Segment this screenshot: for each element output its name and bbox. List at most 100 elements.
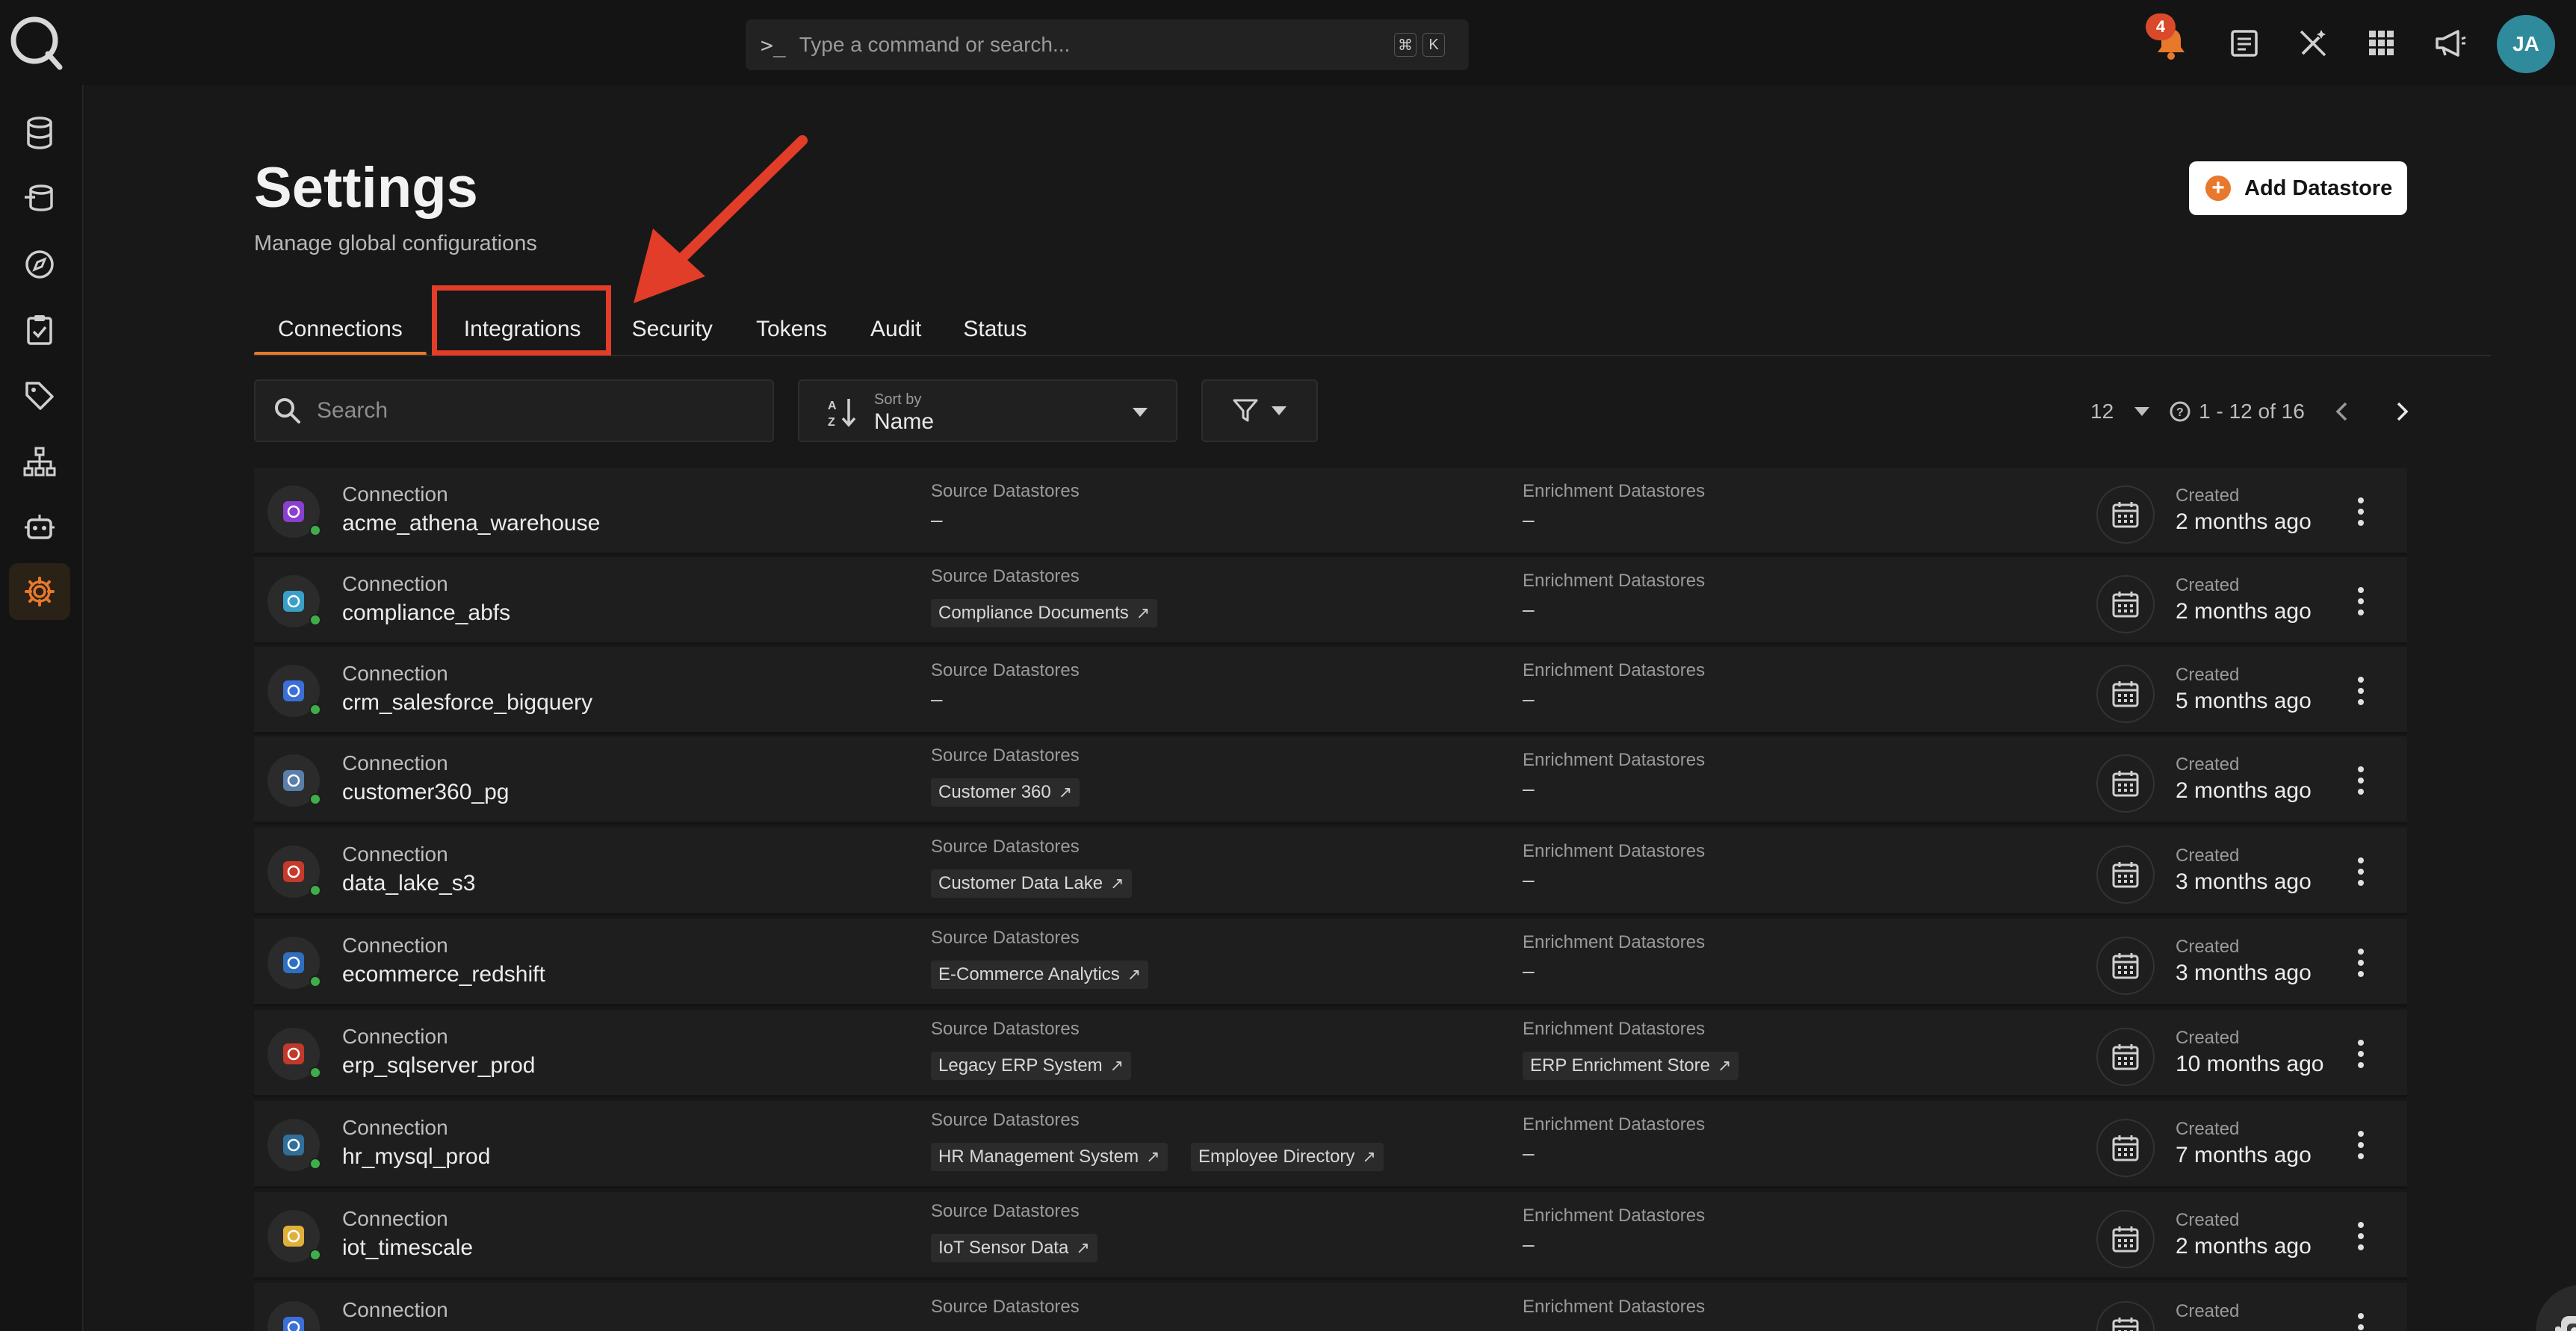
more-options-icon[interactable]	[2346, 763, 2376, 798]
sidebar-item-explore-datastores[interactable]	[9, 170, 70, 227]
enrichment-datastores-label: Enrichment Datastores	[1523, 481, 1706, 501]
connection-name[interactable]: erp_sqlserver_prod	[342, 1053, 535, 1079]
connection-type-label: Connection	[342, 751, 448, 775]
source-datastores-chip[interactable]: E-Commerce Analytics ↗	[931, 961, 1149, 989]
enrichment-datastores-chip[interactable]: ERP Enrichment Store ↗	[1523, 1052, 1739, 1080]
source-datastores-chip[interactable]: Customer 360 ↗	[931, 778, 1080, 807]
calendar-icon	[2096, 575, 2155, 633]
compass-icon	[25, 250, 54, 279]
more-options-icon[interactable]	[2346, 674, 2376, 708]
terminal-prompt-icon: >_	[761, 32, 786, 58]
sidebar-item-settings[interactable]	[9, 563, 70, 620]
more-options-icon[interactable]	[2346, 1310, 2376, 1331]
source-datastores-chip[interactable]: Legacy ERP System ↗	[931, 1052, 1132, 1080]
assistant-robot-button[interactable]	[2536, 1285, 2576, 1331]
more-options-icon[interactable]	[2346, 494, 2376, 529]
command-search-input[interactable]: >_ Type a command or search... ⌘ K	[746, 19, 1469, 70]
table-row[interactable]: Connection erp_sqlserver_prod Source Datas…	[254, 1010, 2407, 1098]
status-online-dot	[309, 1158, 321, 1170]
search-input[interactable]: Search	[254, 379, 774, 442]
sidebar-item-explore[interactable]	[9, 236, 70, 293]
source-datastores-chip-label: Legacy ERP System	[938, 1055, 1103, 1076]
connection-name[interactable]: compliance_abfs	[342, 601, 510, 626]
chevron-right-icon[interactable]	[2394, 401, 2409, 422]
status-online-dot	[309, 884, 321, 896]
tab-connections[interactable]: Connections	[254, 303, 427, 356]
table-row[interactable]: Connection hr_mysql_prod Source Datastores…	[254, 1101, 2407, 1189]
table-row[interactable]: Connection iot_timescale Source Datastores…	[254, 1192, 2407, 1280]
sort-alpha-icon: AZ	[828, 399, 856, 429]
magic-wand-off-icon[interactable]	[2292, 22, 2334, 64]
more-options-icon[interactable]	[2346, 1037, 2376, 1071]
user-avatar[interactable]: JA	[2497, 15, 2555, 73]
connection-type-label: Connection	[342, 1025, 448, 1048]
connection-name[interactable]: acme_athena_warehouse	[342, 511, 600, 536]
more-options-icon[interactable]	[2346, 1128, 2376, 1162]
sort-select[interactable]: AZ Sort by Name	[798, 379, 1177, 442]
calendar-icon	[2096, 665, 2155, 723]
chevron-down-icon	[1272, 406, 1287, 415]
qualytics-logo-icon[interactable]	[7, 13, 64, 70]
source-datastores-chip[interactable]: IoT Sensor Data ↗	[931, 1234, 1097, 1262]
table-row[interactable]: Connection acme_athena_warehouse Source Da…	[254, 468, 2407, 556]
table-row[interactable]: Connection ecommerce_redshift Source Datas…	[254, 919, 2407, 1007]
sidebar-item-agents[interactable]	[9, 499, 70, 556]
cmd-key-icon: ⌘	[1394, 33, 1417, 57]
calendar-icon	[2096, 1028, 2155, 1086]
connection-name[interactable]: hr_mysql_prod	[342, 1144, 490, 1170]
sidebar-item-tags[interactable]	[9, 367, 70, 424]
tab-audit[interactable]: Audit	[846, 303, 945, 356]
more-options-icon[interactable]	[2346, 854, 2376, 889]
sidebar-item-flows[interactable]	[9, 433, 70, 490]
enrichment-datastores-label: Enrichment Datastores	[1523, 1019, 1706, 1039]
announcements-megaphone-icon[interactable]	[2430, 22, 2471, 64]
connection-name[interactable]: customer360_pg	[342, 780, 509, 805]
help-icon[interactable]: ?	[2169, 400, 2191, 423]
connection-name[interactable]: iot_timescale	[342, 1235, 473, 1261]
stacked-database-icon	[25, 184, 53, 211]
chevron-down-icon[interactable]	[2134, 407, 2150, 416]
top-bar: >_ Type a command or search... ⌘ K 4 JA	[0, 0, 2576, 85]
created-label: Created	[2176, 1119, 2240, 1139]
database-icon	[267, 1301, 320, 1331]
page-range: 1 - 12 of 16	[2199, 400, 2305, 423]
docs-icon[interactable]	[2223, 22, 2265, 64]
add-datastore-button[interactable]: + Add Datastore	[2189, 161, 2407, 215]
sidebar-item-checks[interactable]	[9, 302, 70, 359]
chevron-left-icon[interactable]	[2335, 401, 2350, 422]
tab-tokens[interactable]: Tokens	[737, 303, 846, 356]
more-options-icon[interactable]	[2346, 1219, 2376, 1253]
connection-type-label: Connection	[342, 662, 448, 685]
filter-button[interactable]	[1201, 379, 1318, 442]
source-datastores-chip[interactable]: Customer Data Lake ↗	[931, 869, 1132, 898]
source-datastores-label: Source Datastores	[931, 1201, 1080, 1221]
tab-security[interactable]: Security	[608, 303, 737, 356]
source-datastores-chip[interactable]: HR Management System ↗	[931, 1143, 1168, 1171]
connection-name[interactable]: crm_salesforce_bigquery	[342, 690, 592, 716]
apps-grid-icon[interactable]	[2361, 22, 2403, 64]
sidebar-item-datastores[interactable]	[9, 105, 70, 161]
robot-icon	[25, 515, 55, 539]
source-datastores-chip-label: Compliance Documents	[938, 603, 1129, 623]
connection-name[interactable]: ecommerce_redshift	[342, 962, 545, 987]
table-row[interactable]: Connection Source Datastores – Enrichment D…	[254, 1283, 2407, 1331]
more-options-icon[interactable]	[2346, 946, 2376, 980]
add-datastore-label: Add Datastore	[2244, 176, 2393, 200]
filter-icon	[1233, 399, 1258, 422]
table-row[interactable]: Connection compliance_abfs Source Datastor…	[254, 557, 2407, 645]
status-online-dot	[309, 793, 321, 805]
page-size-select[interactable]: 12	[2090, 400, 2114, 424]
table-row[interactable]: Connection data_lake_s3 Source Datastores C…	[254, 828, 2407, 916]
source-datastores-chip[interactable]: Compliance Documents ↗	[931, 599, 1158, 627]
more-options-icon[interactable]	[2346, 584, 2376, 618]
table-row[interactable]: Connection crm_salesforce_bigquery Source …	[254, 647, 2407, 735]
connection-name[interactable]: data_lake_s3	[342, 871, 475, 896]
source-datastores-empty: –	[931, 1324, 943, 1331]
source-datastores-label: Source Datastores	[931, 481, 1080, 501]
source-datastores-chip[interactable]: Employee Directory ↗	[1191, 1143, 1384, 1171]
external-link-icon: ↗	[1076, 1238, 1090, 1257]
enrichment-datastores-empty: –	[1523, 508, 1535, 531]
created-label: Created	[2176, 754, 2240, 775]
tab-status[interactable]: Status	[945, 303, 1044, 356]
table-row[interactable]: Connection customer360_pg Source Datastore…	[254, 736, 2407, 825]
